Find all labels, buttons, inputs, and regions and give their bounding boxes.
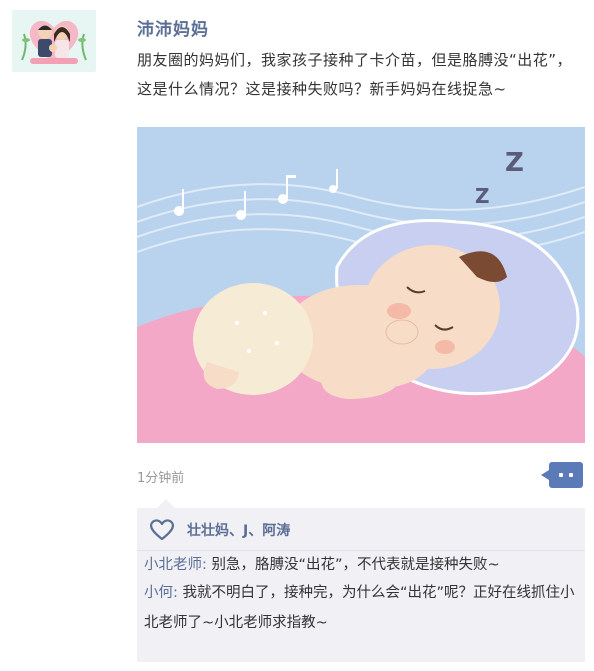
comment-text: 别急，胳膊没“出花”，不代表就是接种失败~ [211,557,500,573]
heart-icon [149,519,175,541]
comments-panel: 壮壮妈、J、阿涛 小北老师: 别急，胳膊没“出花”，不代表就是接种失败~ 小何:… [137,499,585,662]
comment-author[interactable]: 小北老师: [144,557,207,573]
post-image[interactable]: Z Z Z [137,127,585,443]
family-avatar-icon [12,10,96,72]
more-dots-icon [569,473,573,477]
svg-text:Z: Z [505,148,524,178]
comment-item[interactable]: 小北老师: 别急，胳膊没“出花”，不代表就是接种失败~ [144,550,580,580]
post-text: 朋友圈的妈妈们，我家孩子接种了卡介苗，但是胳膊没“出花”，这是什么情况？这是接种… [137,51,573,98]
comment-text: 我就不明白了，接种完，为什么会“出花”呢？正好在线抓住小北老师了~小北老师求指教… [144,585,575,631]
likes-names[interactable]: 壮壮妈、J、阿涛 [187,520,290,540]
svg-text:Z: Z [475,184,490,208]
author-name[interactable]: 沛沛妈妈 [137,15,209,40]
sleeping-baby-illustration: Z Z Z [137,127,585,443]
more-dots-icon [559,473,563,477]
likes-row: 壮壮妈、J、阿涛 [149,518,290,542]
more-actions-button[interactable] [541,462,583,488]
author-avatar[interactable] [12,10,96,72]
comment-item[interactable]: 小何: 我就不明白了，接种完，为什么会“出花”呢？正好在线抓住小北老师了~小北老… [144,578,580,638]
comment-author[interactable]: 小何: [144,585,178,601]
post-time: 1分钟前 [137,471,185,486]
